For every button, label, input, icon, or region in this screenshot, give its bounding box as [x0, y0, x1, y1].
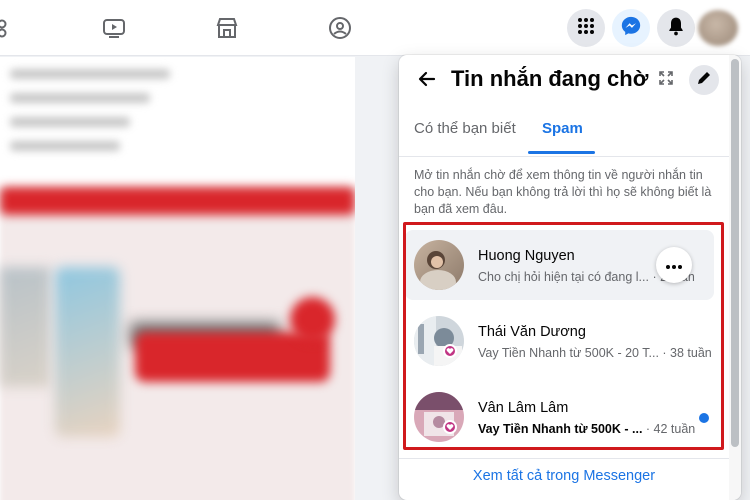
groups-icon[interactable]	[0, 14, 20, 42]
heart-badge-icon	[443, 344, 457, 358]
more-dots-icon	[666, 256, 682, 274]
preview-text: Vay Tiền Nhanh từ 500K - ...	[478, 422, 643, 436]
blurred-text	[10, 93, 150, 103]
unread-indicator	[699, 413, 709, 423]
top-navigation-bar	[0, 0, 750, 56]
preview-text: Cho chị hỏi hiện tại có đang l...	[478, 270, 649, 284]
blurred-button	[135, 332, 330, 382]
divider	[399, 156, 729, 157]
sender-name: Thái Văn Dương	[478, 324, 586, 340]
heart-badge-icon	[443, 420, 457, 434]
active-tab-indicator	[528, 151, 595, 154]
gaming-icon[interactable]	[326, 14, 354, 42]
message-time: · 42 tuần	[645, 422, 696, 436]
avatar	[414, 392, 464, 442]
blurred-product-image	[0, 267, 50, 387]
blurred-badge	[290, 297, 335, 342]
messenger-icon	[620, 15, 642, 42]
watch-icon[interactable]	[100, 14, 128, 42]
bell-icon	[666, 16, 686, 41]
feed-gutter	[355, 57, 400, 500]
panel-title: Tin nhắn đang chờ	[451, 66, 649, 91]
expand-icon	[658, 70, 674, 91]
arrow-left-icon	[417, 69, 437, 94]
list-item[interactable]: Vân Lâm Lâm Vay Tiền Nhanh từ 500K - ...…	[405, 382, 714, 452]
pencil-icon	[696, 70, 712, 91]
preview-text: Vay Tiền Nhanh từ 500K - 20 T...	[478, 346, 659, 360]
more-options-button[interactable]	[656, 247, 692, 283]
divider	[399, 458, 729, 459]
back-button[interactable]	[413, 67, 441, 95]
blurred-text	[10, 141, 120, 151]
list-item[interactable]: Thái Văn Dương Vay Tiền Nhanh từ 500K - …	[405, 306, 714, 376]
sender-name: Vân Lâm Lâm	[478, 400, 569, 416]
blurred-product-image	[55, 267, 120, 437]
message-preview: Vay Tiền Nhanh từ 500K - ... · 42 tuần	[478, 422, 695, 436]
compose-button[interactable]	[689, 65, 719, 95]
panel-header: Tin nhắn đang chờ	[399, 55, 741, 105]
message-requests-panel: Tin nhắn đang chờ Có thể bạn biết Spam M…	[399, 55, 741, 500]
tab-you-may-know[interactable]: Có thể bạn biết	[414, 111, 516, 155]
sender-name: Huong Nguyen	[478, 248, 575, 264]
blurred-text	[10, 69, 170, 79]
news-feed-blurred	[0, 57, 355, 500]
messenger-button[interactable]	[612, 9, 650, 47]
expand-button[interactable]	[655, 69, 677, 91]
message-time: · 38 tuần	[662, 346, 712, 360]
blurred-banner	[0, 187, 355, 215]
tab-spam[interactable]: Spam	[542, 111, 583, 155]
menu-grid-icon	[577, 17, 595, 40]
message-preview: Vay Tiền Nhanh từ 500K - 20 T... · 38 tu…	[478, 346, 712, 360]
panel-scrollbar[interactable]	[729, 55, 741, 500]
profile-avatar[interactable]	[698, 10, 738, 46]
avatar	[414, 316, 464, 366]
requests-tabs: Có thể bạn biết Spam	[399, 111, 729, 155]
avatar	[414, 240, 464, 290]
scrollbar-thumb[interactable]	[731, 59, 739, 447]
marketplace-icon[interactable]	[213, 14, 241, 42]
notifications-button[interactable]	[657, 9, 695, 47]
menu-grid-button[interactable]	[567, 9, 605, 47]
see-all-in-messenger-link[interactable]: Xem tất cả trong Messenger	[399, 468, 729, 484]
list-item[interactable]: Huong Nguyen Cho chị hỏi hiện tại có đan…	[405, 230, 714, 300]
requests-info-text: Mở tin nhắn chờ để xem thông tin về ngườ…	[414, 168, 712, 216]
blurred-text	[10, 117, 130, 127]
